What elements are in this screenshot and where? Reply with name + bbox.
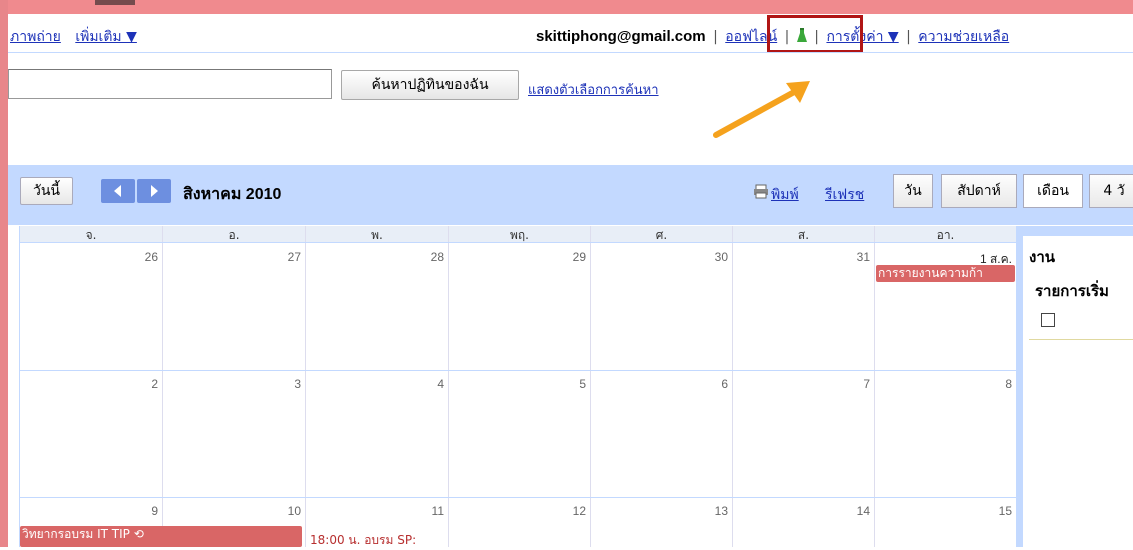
day-number[interactable]: 7 [822, 377, 870, 391]
day-number[interactable]: 4 [396, 377, 444, 391]
grid-line [162, 226, 163, 547]
day-number[interactable]: 15 [964, 504, 1012, 518]
prev-month-button[interactable] [101, 179, 135, 203]
today-button[interactable]: วันนี้ [20, 177, 73, 205]
grid-line [20, 370, 1016, 371]
day-number[interactable]: 11 [396, 504, 444, 518]
grid-line [874, 226, 875, 547]
day-number[interactable]: 5 [538, 377, 586, 391]
account-email: skittiphong@gmail.com [536, 28, 706, 45]
day-number[interactable]: 31 [822, 250, 870, 264]
search-input[interactable] [8, 69, 332, 99]
weekday-header: อา. [875, 226, 1016, 242]
search-calendar-button[interactable]: ค้นหาปฏิทินของฉัน [341, 70, 519, 100]
day-number[interactable]: 28 [396, 250, 444, 264]
print-link[interactable]: พิมพ์ [771, 184, 799, 206]
day-number[interactable]: 12 [538, 504, 586, 518]
day-number[interactable]: 3 [253, 377, 301, 391]
task-divider [1029, 339, 1133, 340]
grid-line [305, 226, 306, 547]
view-tab-month[interactable]: เดือน [1023, 174, 1083, 208]
top-nav: ภาพถ่าย เพิ่มเติม ▼ [10, 26, 147, 48]
day-number[interactable]: 13 [680, 504, 728, 518]
grid-line [732, 226, 733, 547]
grid-line [590, 226, 591, 547]
chevron-right-icon [151, 185, 158, 197]
day-number[interactable]: 10 [253, 504, 301, 518]
weekday-header: พ. [306, 226, 448, 242]
day-number[interactable]: 29 [538, 250, 586, 264]
day-number[interactable]: 8 [964, 377, 1012, 391]
tasks-title: งาน [1029, 248, 1056, 266]
nav-more-link[interactable]: เพิ่มเติม ▼ [75, 29, 137, 45]
grid-line [20, 242, 1016, 243]
next-month-button[interactable] [137, 179, 171, 203]
day-number[interactable]: 6 [680, 377, 728, 391]
weekday-header: พฤ. [449, 226, 590, 242]
day-number[interactable]: 26 [110, 250, 158, 264]
day-number[interactable]: 9 [110, 504, 158, 518]
day-number[interactable]: 2 [110, 377, 158, 391]
weekday-header: จ. [20, 226, 162, 242]
help-link[interactable]: ความช่วยเหลือ [918, 29, 1009, 45]
weekday-header: ศ. [591, 226, 732, 242]
event-chip[interactable]: วิทยากรอบรม IT TIP ⟲ [20, 526, 302, 547]
day-number[interactable]: 27 [253, 250, 301, 264]
task-checkbox[interactable] [1041, 313, 1055, 327]
grid-line [20, 497, 1016, 498]
event-item[interactable]: 18:00 น. อบรม SP: [310, 531, 448, 550]
nav-photos-link[interactable]: ภาพถ่าย [10, 29, 61, 45]
view-tab-4days[interactable]: 4 วั [1089, 174, 1133, 208]
window-left-border [0, 0, 8, 547]
day-number[interactable]: 30 [680, 250, 728, 264]
window-top-border [0, 0, 1133, 14]
offline-highlight-box [767, 15, 863, 53]
task-list-title[interactable]: รายการเริ่ม [1035, 279, 1109, 303]
refresh-link[interactable]: รีเฟรช [825, 184, 864, 206]
view-tab-day[interactable]: วัน [893, 174, 933, 208]
weekday-header: ส. [733, 226, 874, 242]
printer-icon[interactable] [753, 184, 769, 199]
header-divider [8, 52, 1133, 53]
day-number[interactable]: 14 [822, 504, 870, 518]
chevron-left-icon [114, 185, 121, 197]
event-chip[interactable]: การรายงานความก้า [876, 265, 1015, 282]
view-tab-week[interactable]: สัปดาห์ [941, 174, 1017, 208]
show-search-options-link[interactable]: แสดงตัวเลือกการค้นหา [528, 79, 659, 100]
separator: | [906, 29, 911, 45]
weekday-header: อ. [163, 226, 305, 242]
annotation-arrow-icon [713, 81, 810, 138]
separator: | [713, 29, 718, 45]
month-title: สิงหาคม 2010 [183, 186, 282, 203]
grid-line [448, 226, 449, 547]
window-top-accent [95, 0, 135, 5]
